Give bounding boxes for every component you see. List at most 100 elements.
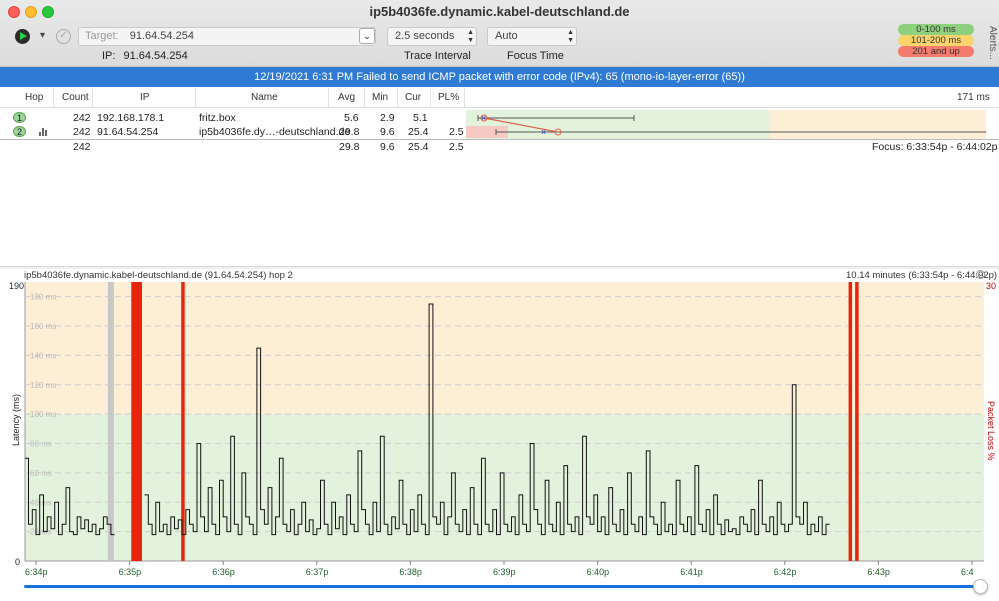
x-tick-label: 6:4 [961,567,974,577]
y-axis-label: Latency (ms) [11,394,21,446]
row-cur: 5.1 [413,112,428,124]
target-input[interactable]: Target: 91.64.54.254 [78,27,376,46]
focus-time-value: Auto [495,30,518,42]
green-zone [466,110,770,139]
table-empty-area [0,154,999,266]
x-tick-label: 6:42p [774,567,797,577]
x-tick-label: 6:39p [493,567,516,577]
trace-interval-stepper[interactable]: 2.5 seconds ▲ ▼ [387,27,477,46]
ip-value: 91.64.54.254 [123,50,188,62]
target-value: 91.64.54.254 [129,30,194,42]
legend-yellow: 101-200 ms [898,35,974,46]
col-pl[interactable]: PL% [438,92,459,103]
bar-chart-icon[interactable] [39,128,48,136]
packet-loss-bar [181,282,185,561]
col-count[interactable]: Count [62,92,89,103]
yellow-zone [770,110,986,139]
x-tick-label: 6:41p [680,567,703,577]
col-avg[interactable]: Avg [338,92,355,103]
row-ip: 91.64.54.254 [97,126,159,138]
play-icon[interactable] [15,29,30,44]
col-cur[interactable]: Cur [405,92,421,103]
focus-time-stepper[interactable]: Auto ▲ ▼ [487,27,577,46]
grid-label: 60 ms [30,469,52,478]
hop1-cur-marker: × [481,113,486,123]
row-pl: 2.5 [449,126,464,138]
x-tick-label: 6:34p [25,567,48,577]
summary-avg: 29.8 [339,141,360,153]
window-title: ip5b4036fe.dynamic.kabel-deutschland.de [369,4,630,19]
col-scale: 171 ms [957,92,990,103]
grid-label: 120 ms [30,381,56,390]
x-tick-label: 6:38p [399,567,422,577]
y-max-label: 190 [9,281,24,291]
row-count: 242 [73,112,91,124]
grid-label: 180 ms [30,293,56,302]
col-min[interactable]: Min [372,92,388,103]
row-count: 242 [73,126,91,138]
summary-cur: 25.4 [408,141,429,153]
packet-loss-bar [135,282,142,561]
hop-badge: 1 [13,112,26,123]
grid-label: 140 ms [30,351,56,360]
row-name: fritz.box [199,112,236,124]
grid-label: 160 ms [30,322,56,331]
graph-range[interactable]: 10.14 minutes (6:33:54p - 6:44:02p) [846,270,997,281]
row-avg: 5.6 [344,112,359,124]
time-slider-knob[interactable] [973,579,988,594]
app-window: ip5b4036fe.dynamic.kabel-deutschland.de … [0,0,999,601]
summary-row: 242 29.8 9.6 25.4 2.5 Focus: 6:33:54p - … [0,141,999,154]
trace-interval-label: Trace Interval [404,50,471,62]
pane-splitter[interactable] [0,266,999,269]
column-divider[interactable] [92,88,93,108]
summary-divider [0,139,999,140]
error-banner: 12/19/2021 6:31 PM Failed to send ICMP p… [0,67,999,87]
alerts-button[interactable]: Alerts... [986,26,998,60]
summary-count: 242 [73,141,91,153]
table-header: Hop Count IP Name Avg Min Cur PL% 171 ms [0,88,999,108]
target-dropdown-button[interactable]: ⌄ [359,28,375,44]
target-label: Target: [85,30,119,42]
hop-latency-bars: × × [466,110,986,139]
col-name[interactable]: Name [251,92,278,103]
stepper-arrows-icon[interactable]: ▲ ▼ [467,29,474,45]
time-slider-track[interactable] [24,585,982,588]
row-cur: 25.4 [408,126,429,138]
x-tick-label: 6:40p [587,567,610,577]
column-divider[interactable] [464,88,465,108]
y-min-label: 0 [15,557,20,567]
trace-interval-value: 2.5 seconds [395,30,455,42]
grid-label: 100 ms [30,410,56,419]
column-divider[interactable] [364,88,365,108]
column-divider[interactable] [397,88,398,108]
column-divider[interactable] [53,88,54,108]
latency-graph[interactable]: 180 ms 160 ms 140 ms 120 ms 100 ms 80 ms 60 ms… [0,281,999,581]
check-icon[interactable]: ✓ [56,29,71,44]
row-avg: 29.8 [339,126,360,138]
row-min: 2.9 [380,112,395,124]
row-ip: 192.168.178.1 [97,112,165,124]
grid-label: 80 ms [30,440,52,449]
hop2-cur-marker: × [541,127,546,137]
legend-red: 201 and up [898,46,974,57]
packet-loss-bar [855,282,859,561]
x-tick-label: 6:35p [119,567,142,577]
chevron-down-icon[interactable]: ▾ [40,30,45,41]
row-name: ip5b4036fe.dy…-deutschland.de [199,126,351,138]
ip-display: IP: 91.64.54.254 [102,50,188,62]
column-divider[interactable] [430,88,431,108]
stepper-arrows-icon[interactable]: ▲ ▼ [567,29,574,45]
summary-pl: 2.5 [449,141,464,153]
packet-loss-bar [848,282,853,561]
column-divider[interactable] [195,88,196,108]
toolbar: ip5b4036fe.dynamic.kabel-deutschland.de … [0,0,999,67]
chevron-down-icon[interactable]: ⌄ [976,270,985,279]
focus-time-label: Focus Time [507,50,564,62]
grid-label: 20 ms [30,528,52,537]
y2-max-label: 30 [986,281,996,291]
col-ip[interactable]: IP [140,92,149,103]
x-axis: 6:34p 6:35p 6:36p 6:37p 6:38p 6:39p 6:40p 6:41p… [25,561,974,577]
col-hop[interactable]: Hop [25,92,43,103]
graph-title: ip5b4036fe.dynamic.kabel-deutschland.de … [24,270,293,281]
column-divider[interactable] [328,88,329,108]
